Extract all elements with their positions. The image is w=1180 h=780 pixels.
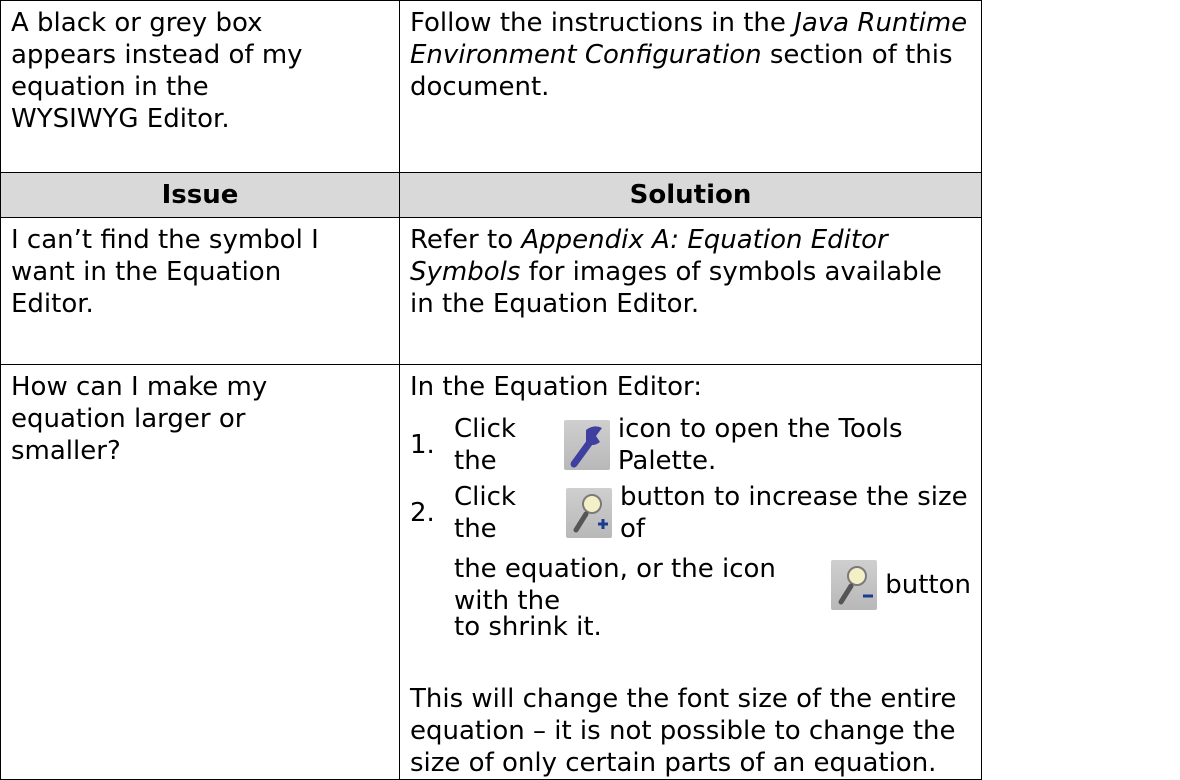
issue-line: A black or grey box <box>11 8 263 38</box>
step-number: 2. <box>410 498 435 528</box>
issue-line: smaller? <box>11 436 121 466</box>
issue-cell: A black or grey box appears instead of m… <box>0 0 400 173</box>
step-1: 1. Click the icon to open the Tools Pale… <box>410 414 971 476</box>
step-text: Click the <box>454 414 516 476</box>
solution-text: Refer to <box>410 225 522 255</box>
solution-cell: In the Equation Editor: 1. Click the ico… <box>399 364 982 780</box>
zoom-in-icon <box>566 488 613 538</box>
step-number: 1. <box>410 430 435 460</box>
step-2: 2. Click the button to increase the size… <box>410 482 971 544</box>
step-text: Click the <box>454 482 516 544</box>
wrench-icon <box>563 420 610 470</box>
step-2-continued: the equation, or the icon with the butto… <box>410 554 971 616</box>
table-row: How can I make my equation larger or sma… <box>0 364 982 780</box>
solution-intro: In the Equation Editor: <box>410 372 703 402</box>
table-header-row: Issue Solution <box>0 172 982 218</box>
issue-line: How can I make my <box>11 372 268 402</box>
solution-note: This will change the font size of the en… <box>410 684 957 778</box>
solution-text: Follow the instructions in the <box>410 8 795 38</box>
troubleshooting-table: A black or grey box appears instead of m… <box>0 0 982 780</box>
issue-line: Editor. <box>11 289 94 319</box>
step-text: button <box>885 570 971 600</box>
solution-cell: Follow the instructions in the Java Runt… <box>399 0 982 173</box>
table-row: A black or grey box appears instead of m… <box>0 0 982 173</box>
column-header-solution: Solution <box>399 172 982 218</box>
column-header-issue: Issue <box>0 172 400 218</box>
table-row: I can’t find the symbol I want in the Eq… <box>0 217 982 365</box>
step-text: icon to open the Tools Palette. <box>617 414 903 476</box>
issue-line: equation in the <box>11 72 209 102</box>
solution-cell: Refer to Appendix A: Equation Editor Sym… <box>399 217 982 365</box>
issue-line: appears instead of my <box>11 40 303 70</box>
issue-line: WYSIWYG Editor. <box>11 104 230 134</box>
issue-line: equation larger or <box>11 404 246 434</box>
issue-line: want in the Equation <box>11 257 282 287</box>
step-text: button to increase the size of <box>620 482 968 544</box>
issue-line: I can’t find the symbol I <box>11 225 319 255</box>
issue-cell: How can I make my equation larger or sma… <box>0 364 400 780</box>
issue-cell: I can’t find the symbol I want in the Eq… <box>0 217 400 365</box>
zoom-out-icon <box>831 560 878 610</box>
step-text: the equation, or the icon with the <box>454 554 776 616</box>
